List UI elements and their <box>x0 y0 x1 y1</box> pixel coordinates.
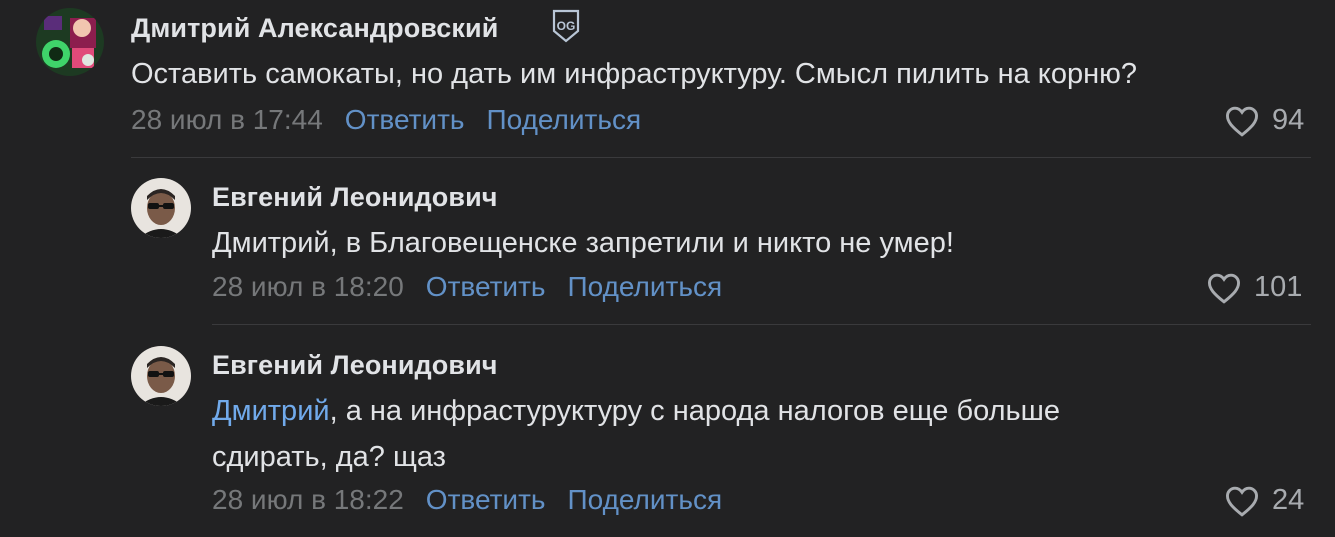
share-button[interactable]: Поделиться <box>567 271 722 303</box>
like-button[interactable]: 24 <box>1224 484 1304 517</box>
comment-date[interactable]: 28 июл в 17:44 <box>131 104 323 136</box>
heart-icon <box>1225 106 1259 137</box>
svg-text:OG: OG <box>557 19 576 33</box>
comment-author[interactable]: Евгений Леонидович <box>212 182 498 213</box>
comment-date[interactable]: 28 июл в 18:22 <box>212 484 404 516</box>
heart-icon <box>1225 486 1259 517</box>
reply-button[interactable]: Ответить <box>345 104 465 136</box>
reply-button[interactable]: Ответить <box>426 484 546 516</box>
comment-meta: 28 июл в 18:22 Ответить Поделиться <box>212 484 744 516</box>
comment-text: Дмитрий, а на инфрастуруктуру с народа н… <box>212 388 1060 434</box>
reply-button[interactable]: Ответить <box>426 271 546 303</box>
avatar[interactable] <box>131 346 191 406</box>
heart-icon <box>1207 273 1241 304</box>
comment-author[interactable]: Дмитрий Александровский <box>131 13 498 44</box>
comment-text: Дмитрий, в Благовещенске запретили и ник… <box>212 227 954 259</box>
mention-link[interactable]: Дмитрий <box>212 395 330 427</box>
like-button[interactable]: 101 <box>1206 271 1302 304</box>
avatar[interactable] <box>131 178 191 238</box>
comment-date[interactable]: 28 июл в 18:20 <box>212 271 404 303</box>
comment-text: Оставить самокаты, но дать им инфраструк… <box>131 58 1137 90</box>
comment-meta: 28 июл в 17:44 Ответить Поделиться <box>131 104 663 136</box>
like-count: 94 <box>1272 104 1305 136</box>
like-count: 101 <box>1254 271 1303 303</box>
like-button[interactable]: 94 <box>1224 104 1304 137</box>
comment-text-line2: сдирать, да? щаз <box>212 441 446 473</box>
share-button[interactable]: Поделиться <box>486 104 641 136</box>
divider <box>131 157 1311 158</box>
avatar[interactable] <box>36 8 104 76</box>
comment-meta: 28 июл в 18:20 Ответить Поделиться <box>212 271 744 303</box>
comment-text-line1: , а на инфрастуруктуру с народа налогов … <box>329 395 1061 427</box>
divider <box>212 324 1311 325</box>
og-badge-icon[interactable]: OG <box>551 9 581 48</box>
share-button[interactable]: Поделиться <box>567 484 722 516</box>
like-count: 24 <box>1272 484 1305 516</box>
comment-author[interactable]: Евгений Леонидович <box>212 350 498 381</box>
